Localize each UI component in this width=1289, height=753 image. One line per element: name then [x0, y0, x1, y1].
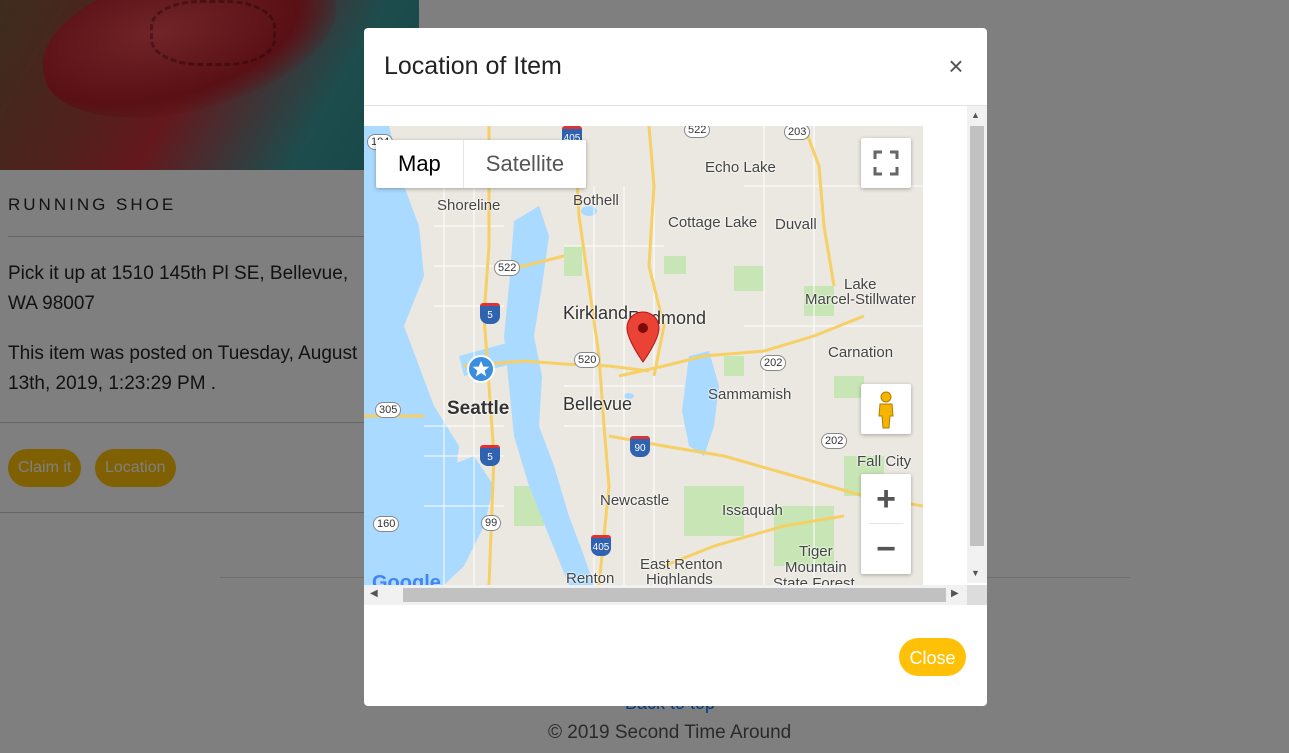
map-label-tiger-mountain: Mountain: [785, 559, 847, 576]
route-shield: 5: [480, 303, 500, 324]
star-place-icon[interactable]: [467, 355, 495, 383]
map-label-carnation: Carnation: [828, 344, 894, 361]
route-shield: 405: [591, 535, 611, 556]
map-label-bothell: Bothell: [573, 192, 619, 209]
map-type-map-button[interactable]: Map: [376, 140, 464, 188]
map-label-seattle: Seattle: [447, 398, 510, 419]
map-label-fall-city: Fall City: [857, 453, 912, 470]
fullscreen-icon: [873, 150, 899, 176]
scroll-right-icon[interactable]: ▶: [951, 588, 959, 599]
route-shield: 522: [684, 126, 711, 138]
google-logo: Google: [372, 572, 441, 585]
route-shield: 520: [574, 352, 601, 368]
map-label-tiger-mountain: State Forest: [773, 575, 855, 585]
scroll-thumb[interactable]: [970, 126, 984, 546]
map-type-satellite-button[interactable]: Satellite: [464, 140, 586, 188]
vertical-scrollbar[interactable]: ▲ ▼: [967, 106, 987, 583]
scroll-left-icon[interactable]: ◀: [370, 588, 378, 599]
modal-title: Location of Item: [384, 52, 562, 80]
map-label-east-renton: Highlands: [646, 571, 713, 585]
zoom-control: + −: [861, 474, 911, 574]
route-shield: 202: [760, 355, 787, 371]
scroll-thumb[interactable]: [403, 588, 946, 602]
map-label-tiger-mountain: Tiger: [799, 543, 833, 560]
route-shield: 203: [784, 126, 811, 140]
map-label-echo-lake: Echo Lake: [705, 159, 776, 176]
map-frame: Shoreline Bothell Echo Lake Cottage Lake…: [364, 106, 987, 606]
map-label-duvall: Duvall: [775, 216, 817, 233]
scrollbar-corner: [967, 585, 987, 605]
route-shield: 5: [480, 445, 500, 466]
route-shield: 305: [375, 402, 402, 418]
map-label-sammamish: Sammamish: [708, 386, 792, 403]
map-label-newcastle: Newcastle: [600, 492, 670, 509]
map-label-cottage-lake: Cottage Lake: [668, 214, 758, 231]
street-view-button[interactable]: [861, 384, 911, 434]
route-shield: 90: [630, 436, 650, 457]
map-label-lake-marcel: Marcel-Stillwater: [805, 291, 916, 308]
map-label-issaquah: Issaquah: [722, 502, 783, 519]
map-label-renton: Renton: [566, 570, 615, 585]
route-shield: 160: [373, 516, 400, 532]
fullscreen-button[interactable]: [861, 138, 911, 188]
close-icon[interactable]: ×: [942, 50, 970, 82]
close-button[interactable]: Close: [899, 638, 966, 676]
modal-footer: Close: [364, 606, 987, 706]
route-shield: 522: [494, 260, 521, 276]
zoom-in-button[interactable]: +: [861, 474, 911, 524]
location-pin-icon[interactable]: [626, 311, 660, 363]
horizontal-scrollbar[interactable]: ◀ ▶: [364, 585, 967, 605]
pegman-icon: [878, 391, 894, 429]
map[interactable]: Shoreline Bothell Echo Lake Cottage Lake…: [364, 126, 923, 585]
zoom-out-button[interactable]: −: [861, 524, 911, 574]
map-label-kirkland: Kirkland: [563, 303, 629, 323]
route-shield: 202: [821, 433, 848, 449]
map-label-bellevue: Bellevue: [563, 394, 633, 414]
map-label-shoreline: Shoreline: [437, 197, 501, 214]
scroll-up-icon[interactable]: ▲: [971, 110, 980, 120]
scroll-down-icon[interactable]: ▼: [971, 568, 980, 578]
map-type-control: Map Satellite: [376, 140, 587, 188]
location-modal: Location of Item × Shoreline Bothell Ech…: [364, 28, 987, 706]
route-shield: 99: [481, 515, 502, 531]
modal-header: Location of Item ×: [364, 28, 987, 106]
